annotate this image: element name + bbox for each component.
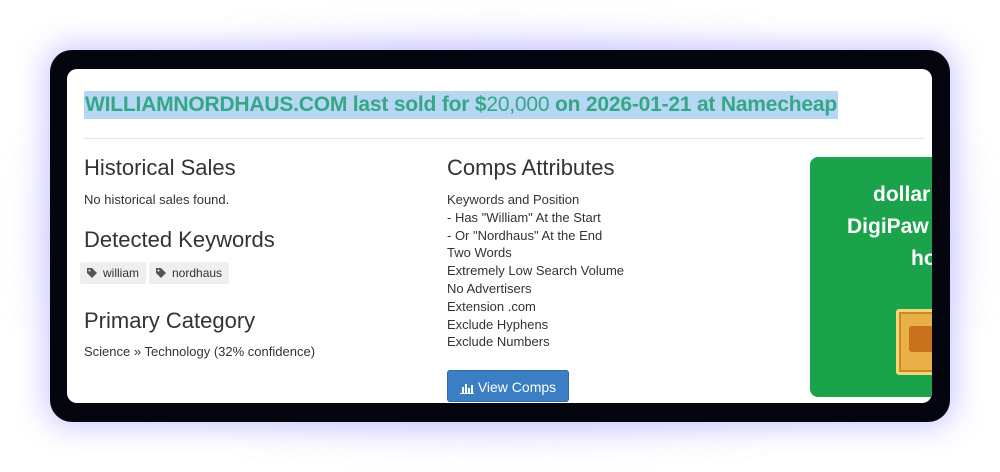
attribute-item: Two Words [447,245,512,261]
headline-domain-text: WILLIAMNORDHAUS.COM last sold for $ [85,93,487,116]
keyword-tag-william[interactable]: william [80,262,146,284]
comps-attributes-list: Keywords and Position - Has "William" At… [447,191,624,351]
primary-category-value: Science » Technology (32% confidence) [84,344,316,359]
tag-icon [156,268,166,278]
headline-price: 20,000 [486,93,550,116]
attribute-item: - Has "William" At the Start [447,209,601,225]
view-comps-button[interactable]: View Comps [447,370,569,402]
attribute-item: - Or "Nordhaus" At the End [447,227,603,243]
sale-headline: WILLIAMNORDHAUS.COM last sold for $20,00… [84,91,838,119]
attribute-item: Exclude Hyphens [447,316,549,332]
keyword-tag-label: nordhaus [172,266,223,280]
historical-sales-title: Historical Sales [84,155,236,180]
bar-chart-icon [459,384,474,394]
page-content: WILLIAMNORDHAUS.COM last sold for $20,00… [67,69,932,403]
ad-text-line-1: dollar [873,183,931,206]
historical-sales-empty: No historical sales found. [84,192,230,207]
attribute-item: Extension .com [447,298,536,314]
ad-text-line-3: ho [911,247,932,270]
detected-keywords-title: Detected Keywords [84,227,275,252]
tag-icon [87,268,97,278]
attribute-item: Extremely Low Search Volume [447,263,625,279]
keyword-tag-label: william [103,266,139,280]
keyword-tag-nordhaus[interactable]: nordhaus [149,262,230,284]
primary-category-title: Primary Category [84,308,256,333]
view-comps-label: View Comps [477,379,557,395]
attribute-item: Keywords and Position [447,192,580,207]
comps-attributes-title: Comps Attributes [447,155,615,180]
attribute-item: No Advertisers [447,280,532,296]
ad-image [896,309,932,375]
ad-text-line-2: DigiPaw [847,215,929,238]
attribute-item: Exclude Numbers [447,334,550,350]
headline-date-venue: on 2026-01-21 at Namecheap [549,93,837,116]
sidebar-advertisement[interactable]: dollar DigiPaw ho [810,157,932,397]
header-divider [84,138,924,139]
